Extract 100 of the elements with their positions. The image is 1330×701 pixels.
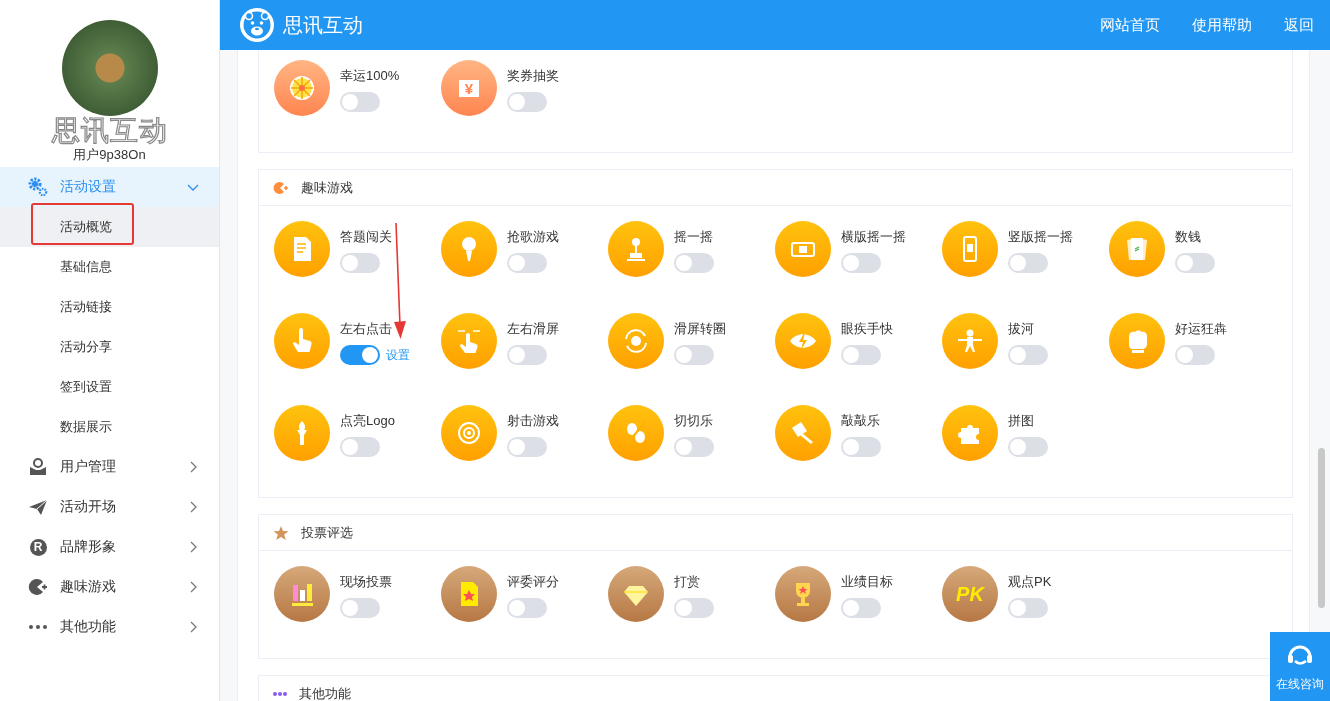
toggle-switch[interactable] — [674, 598, 714, 618]
toggle-switch[interactable] — [507, 92, 547, 112]
toggle-switch[interactable] — [674, 253, 714, 273]
feature-label: 抢歌游戏 — [507, 229, 559, 245]
section-title: 其他功能 — [299, 684, 351, 701]
paper-plane-icon — [28, 497, 48, 517]
toggle-switch[interactable] — [340, 437, 380, 457]
feature-label: 点亮Logo — [340, 413, 395, 429]
cash-icon — [1109, 221, 1165, 277]
feature-label: 拔河 — [1008, 321, 1035, 337]
feature-label: 现场投票 — [340, 574, 392, 590]
feature-label: 拼图 — [1008, 413, 1035, 429]
toggle-switch[interactable] — [1008, 598, 1048, 618]
menu-item[interactable]: 活动开场 — [0, 487, 219, 527]
submenu-item[interactable]: 数据展示 — [0, 407, 219, 447]
submenu-item[interactable]: 签到设置 — [0, 367, 219, 407]
joystick-icon — [608, 221, 664, 277]
username: 用户9p38On — [73, 146, 146, 164]
logo-text: 思讯互动 — [51, 116, 168, 146]
toggle-switch[interactable] — [507, 437, 547, 457]
toggle-switch[interactable] — [1175, 345, 1215, 365]
torch-icon — [274, 405, 330, 461]
feature-label: 数钱 — [1175, 229, 1202, 245]
menu-item[interactable]: 用户管理 — [0, 447, 219, 487]
menu-label: 其他功能 — [60, 618, 117, 636]
trophy-icon — [775, 566, 831, 622]
feature-label: 摇一摇 — [674, 229, 714, 245]
game-icon — [28, 577, 48, 597]
hand-pointer-icon — [274, 313, 330, 369]
star-icon — [273, 524, 289, 541]
feature-label: 滑屏转圈 — [674, 321, 726, 337]
menu-item[interactable]: 趣味游戏 — [0, 567, 219, 607]
feature-label: 射击游戏 — [507, 413, 559, 429]
toggle-switch[interactable] — [841, 253, 881, 273]
hammer-icon — [775, 405, 831, 461]
toggle-switch[interactable] — [340, 598, 380, 618]
more-icon — [29, 625, 47, 629]
registered-icon: R — [29, 538, 47, 556]
bar-chart-icon — [274, 566, 330, 622]
toggle-switch[interactable] — [507, 345, 547, 365]
toggle-switch[interactable] — [1008, 437, 1048, 457]
icon-label: PK — [956, 582, 984, 606]
submenu-item[interactable]: 活动链接 — [0, 287, 219, 327]
feature-label: 眼疾手快 — [841, 321, 893, 337]
phone-icon — [942, 221, 998, 277]
toggle-switch[interactable] — [1008, 253, 1048, 273]
figure-icon — [942, 313, 998, 369]
puzzle-icon — [942, 405, 998, 461]
feature-label: 观点PK — [1008, 574, 1052, 590]
scrollbar-thumb[interactable] — [1318, 448, 1325, 608]
toggle-switch[interactable] — [841, 437, 881, 457]
menu-label: 品牌形象 — [60, 538, 117, 556]
submenu-item[interactable]: 活动分享 — [0, 327, 219, 367]
toggle-switch[interactable] — [507, 253, 547, 273]
user-card-icon — [28, 457, 48, 477]
feature-label: 幸运100% — [340, 68, 400, 84]
rotate-icon — [608, 313, 664, 369]
toggle-switch[interactable] — [340, 253, 380, 273]
toggle-switch[interactable] — [674, 345, 714, 365]
target-icon — [441, 405, 497, 461]
wheel-icon — [274, 60, 330, 116]
feature-label: 左右滑屏 — [507, 321, 559, 337]
toggle-switch[interactable] — [340, 92, 380, 112]
eye-icon — [775, 313, 831, 369]
toggle-switch[interactable] — [507, 598, 547, 618]
game-icon — [273, 179, 289, 196]
app-title: 思讯互动 — [283, 12, 364, 38]
section-title: 投票评选 — [301, 523, 353, 542]
icon-label: ¥ — [458, 79, 480, 97]
hand-swipe-icon — [441, 313, 497, 369]
phone-icon — [775, 221, 831, 277]
menu-label: 用户管理 — [60, 458, 117, 476]
feature-label: 评委评分 — [507, 574, 559, 590]
menu-label: 活动设置 — [60, 178, 117, 196]
feature-label: 左右点击 — [340, 321, 393, 337]
microphone-icon — [441, 221, 497, 277]
bear-logo-icon — [239, 7, 275, 43]
feature-label: 答题闯关 — [340, 229, 392, 245]
feature-label: 敲敲乐 — [841, 413, 881, 429]
gear-icon — [28, 177, 48, 197]
toggle-switch[interactable] — [1175, 253, 1215, 273]
feature-label: 业绩目标 — [841, 574, 893, 590]
toggle-switch[interactable] — [1008, 345, 1048, 365]
feature-label: 横版摇一摇 — [841, 229, 906, 245]
section-title: 趣味游戏 — [301, 178, 353, 197]
menu-label: 活动开场 — [60, 498, 117, 516]
toggle-switch[interactable] — [841, 345, 881, 365]
menu-item[interactable]: 其他功能 — [0, 607, 219, 647]
feature-label: 奖券抽奖 — [507, 68, 559, 84]
more-icon — [273, 691, 287, 696]
menu-item[interactable]: R 品牌形象 — [0, 527, 219, 567]
toggle-switch[interactable] — [340, 345, 380, 365]
document-icon — [274, 221, 330, 277]
feature-label: 好运狂犇 — [1175, 321, 1227, 337]
toggle-switch[interactable] — [674, 437, 714, 457]
feature-label: 切切乐 — [674, 413, 714, 429]
toggle-switch[interactable] — [841, 598, 881, 618]
feature-label: 竖版摇一摇 — [1008, 229, 1073, 245]
menu-label: 趣味游戏 — [60, 578, 117, 596]
submenu-item[interactable]: 基础信息 — [0, 247, 219, 287]
